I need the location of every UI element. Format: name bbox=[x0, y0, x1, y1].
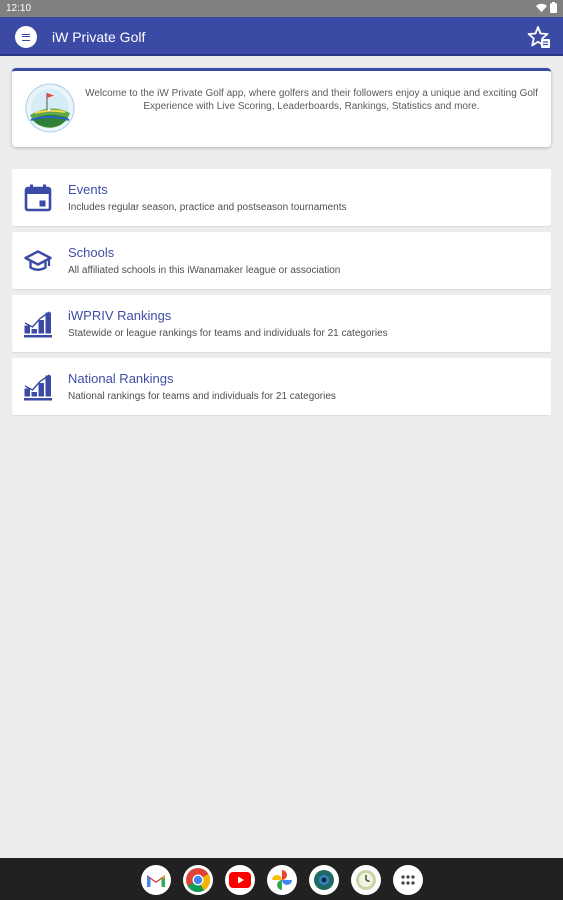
menu-button[interactable] bbox=[15, 26, 37, 48]
iwpriv-rankings-description: Statewide or league rankings for teams a… bbox=[68, 328, 388, 339]
photos-icon[interactable] bbox=[266, 865, 297, 895]
graduation-cap-icon bbox=[24, 250, 52, 271]
bar-chart-icon bbox=[24, 311, 52, 338]
bar-chart-icon bbox=[24, 374, 52, 401]
schools-title: Schools bbox=[68, 245, 115, 260]
battery-icon bbox=[550, 2, 557, 13]
app-drawer-icon[interactable] bbox=[392, 865, 423, 895]
favorites-star-icon[interactable] bbox=[527, 25, 551, 49]
events-description: Includes regular season, practice and po… bbox=[68, 202, 347, 213]
navigation-bar bbox=[0, 858, 563, 900]
welcome-text: Welcome to the iW Private Golf app, wher… bbox=[85, 88, 538, 112]
national-rankings-title: National Rankings bbox=[68, 371, 174, 386]
wifi-icon bbox=[536, 3, 547, 12]
gmail-icon[interactable] bbox=[140, 865, 171, 895]
clock-icon[interactable] bbox=[350, 865, 381, 895]
golf-logo-icon bbox=[25, 83, 75, 133]
chrome-icon[interactable] bbox=[182, 865, 213, 895]
app-title: iW Private Golf bbox=[52, 29, 146, 45]
status-time: 12:10 bbox=[6, 3, 32, 14]
app-bar: iW Private Golf bbox=[0, 17, 563, 56]
youtube-icon[interactable] bbox=[224, 865, 255, 895]
menu-icon bbox=[22, 33, 30, 41]
welcome-card: Welcome to the iW Private Golf app, wher… bbox=[12, 68, 551, 147]
events-menu-item[interactable]: Events Includes regular season, practice… bbox=[12, 169, 551, 226]
menu-list: Events Includes regular season, practice… bbox=[12, 169, 551, 421]
iwpriv-rankings-title: iWPRIV Rankings bbox=[68, 308, 172, 323]
iwpriv-rankings-menu-item[interactable]: iWPRIV Rankings Statewide or league rank… bbox=[12, 295, 551, 352]
calendar-icon bbox=[24, 184, 52, 212]
events-title: Events bbox=[68, 182, 108, 197]
schools-menu-item[interactable]: Schools All affiliated schools in this i… bbox=[12, 232, 551, 289]
camera-icon[interactable] bbox=[308, 865, 339, 895]
national-rankings-description: National rankings for teams and individu… bbox=[68, 391, 336, 402]
status-bar: 12:10 bbox=[0, 0, 563, 17]
app-dock bbox=[0, 865, 563, 895]
status-icons bbox=[536, 2, 557, 13]
schools-description: All affiliated schools in this iWanamake… bbox=[68, 265, 341, 276]
national-rankings-menu-item[interactable]: National Rankings National rankings for … bbox=[12, 358, 551, 415]
